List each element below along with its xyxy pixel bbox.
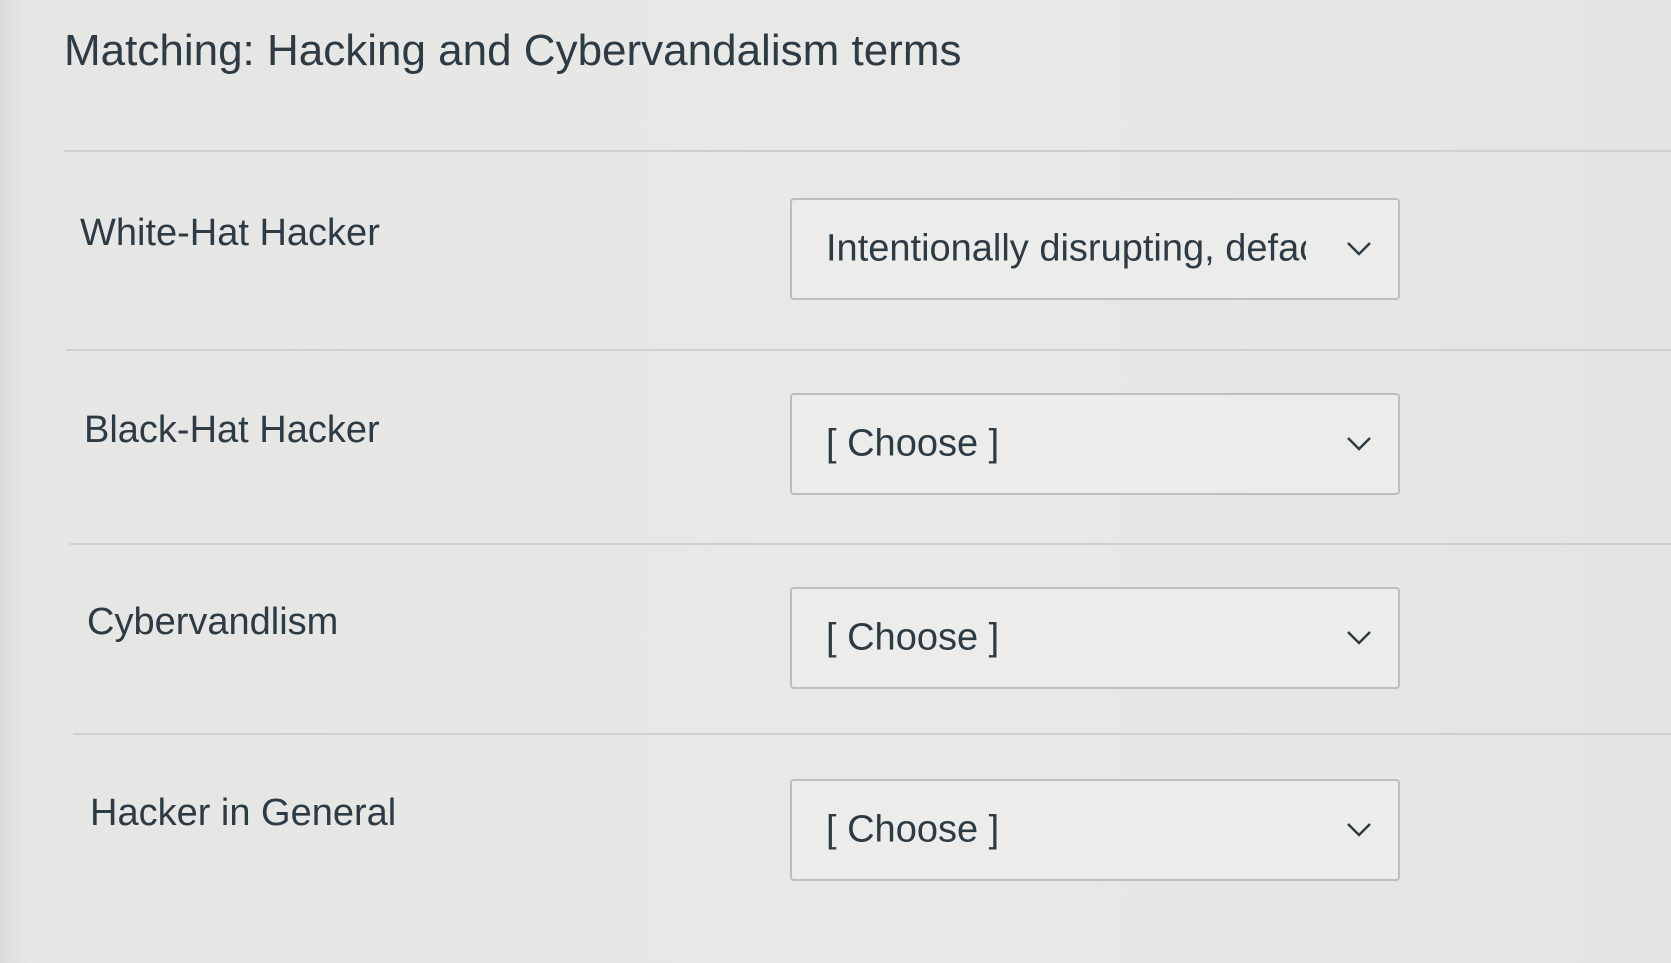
match-select-cybervandalism[interactable]: [ Choose ] [790, 587, 1400, 689]
term-label-white-hat: White-Hat Hacker [80, 212, 380, 254]
chevron-down-icon [1347, 823, 1371, 837]
chevron-down-icon [1347, 631, 1371, 645]
term-label-cybervandalism: Cybervandlism [87, 601, 339, 643]
divider [66, 349, 1671, 351]
select-value: Intentionally disrupting, defac [826, 227, 1306, 270]
chevron-down-icon [1347, 437, 1371, 451]
term-label-black-hat: Black-Hat Hacker [84, 409, 380, 451]
select-value: [ Choose ] [826, 616, 1000, 659]
quiz-question: Matching: Hacking and Cybervandalism ter… [0, 0, 1671, 963]
select-value: [ Choose ] [826, 422, 1000, 465]
question-title: Matching: Hacking and Cybervandalism ter… [64, 26, 962, 75]
select-value: [ Choose ] [826, 808, 1000, 851]
divider [73, 733, 1671, 735]
match-select-white-hat[interactable]: Intentionally disrupting, defac [790, 198, 1400, 300]
match-select-hacker-general[interactable]: [ Choose ] [790, 779, 1400, 881]
match-select-black-hat[interactable]: [ Choose ] [790, 393, 1400, 495]
chevron-down-icon [1347, 242, 1371, 256]
divider [70, 543, 1671, 545]
divider [64, 150, 1671, 152]
term-label-hacker-general: Hacker in General [90, 792, 397, 834]
